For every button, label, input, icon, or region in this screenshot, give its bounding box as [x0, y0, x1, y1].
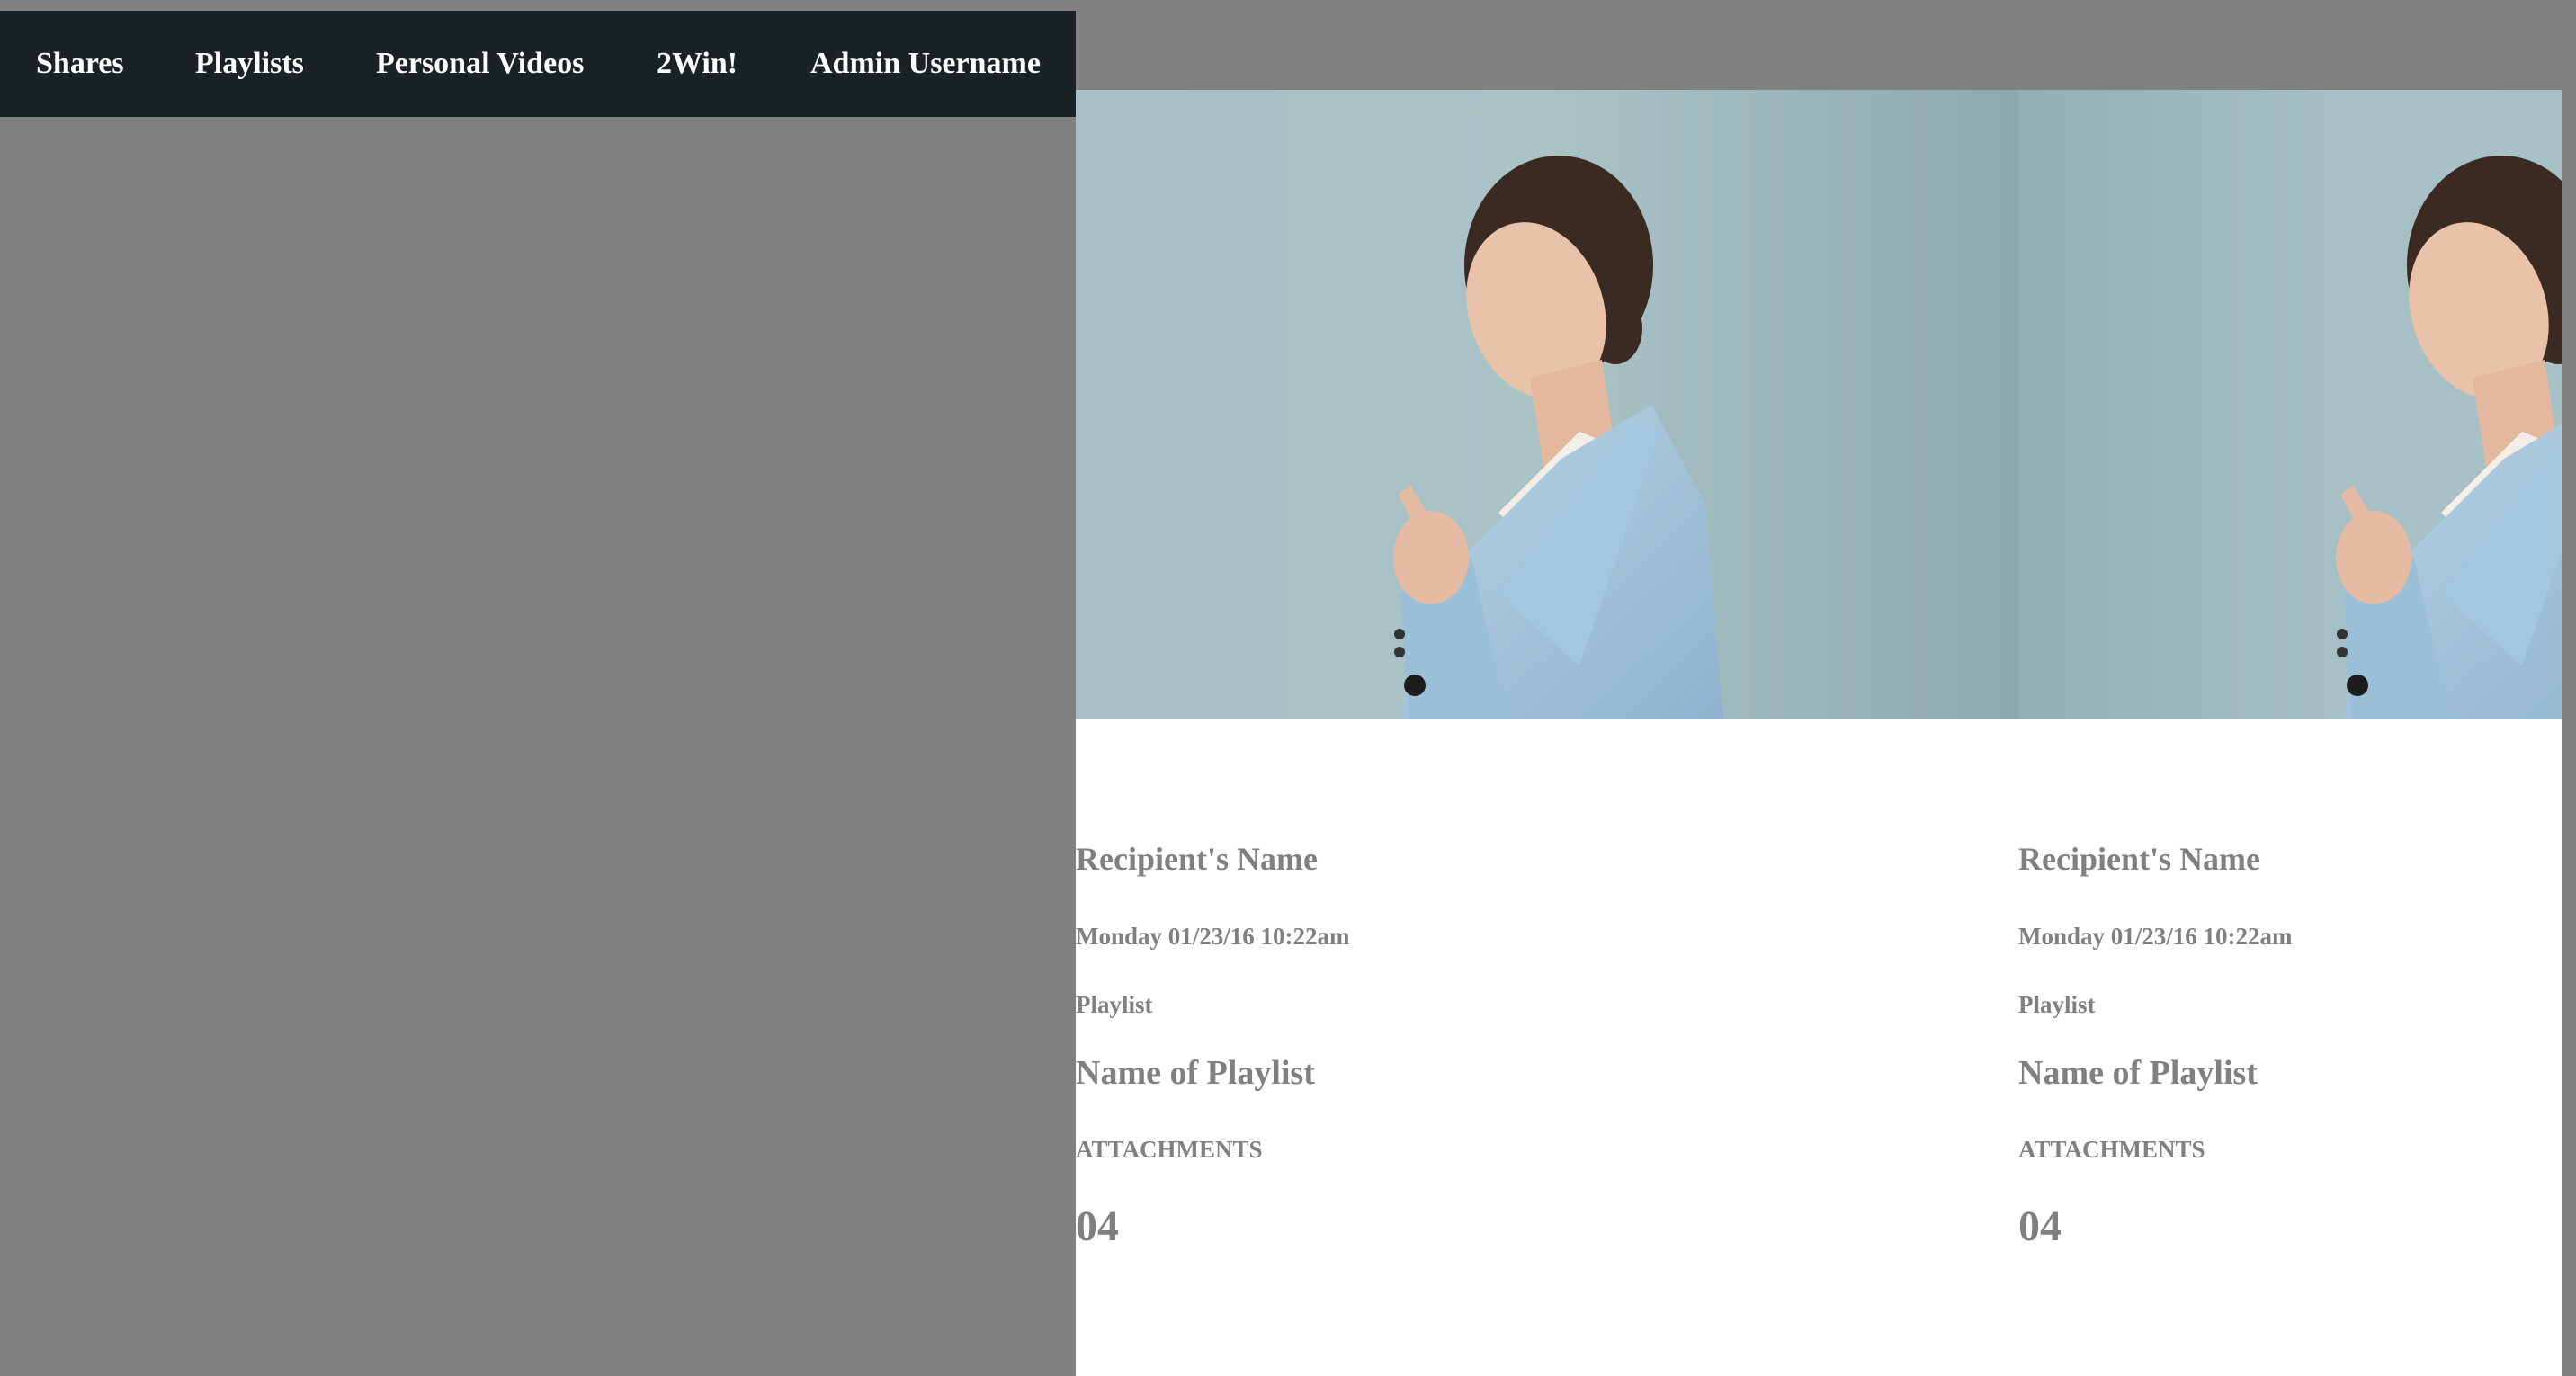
share-card[interactable]: Recipient's Name Monday 01/23/16 10:22am… [2018, 90, 2562, 1376]
share-date: Monday 01/23/16 10:22am [1076, 923, 1350, 950]
attachments-count: 04 [1076, 1202, 1119, 1250]
share-thumbnail[interactable] [1076, 90, 2018, 719]
share-thumbnail[interactable] [2018, 90, 2562, 719]
nav-item-shares[interactable]: Shares [36, 47, 124, 81]
playlist-name: Name of Playlist [2018, 1054, 2258, 1092]
nav-item-admin-username[interactable]: Admin Username [810, 47, 1041, 81]
nav-item-2win[interactable]: 2Win! [657, 47, 738, 81]
share-type: Playlist [1076, 991, 1153, 1018]
share-date: Monday 01/23/16 10:22am [2018, 923, 2293, 950]
share-card[interactable]: Recipient's Name Monday 01/23/16 10:22am… [1076, 90, 2018, 1376]
attachments-count: 04 [2018, 1202, 2062, 1250]
attachments-label: ATTACHMENTS [1076, 1136, 1263, 1163]
recipient-name: Recipient's Name [1076, 841, 1318, 877]
nav-item-personal-videos[interactable]: Personal Videos [376, 47, 584, 81]
person-pointing-image [1076, 90, 2018, 719]
recipient-name: Recipient's Name [2018, 841, 2260, 877]
scrollbar-track[interactable] [2562, 718, 2576, 1376]
attachments-label: ATTACHMENTS [2018, 1136, 2205, 1163]
shares-panel: Recipient's Name Monday 01/23/16 10:22am… [1076, 90, 2562, 1376]
playlist-name: Name of Playlist [1076, 1054, 1315, 1092]
share-type: Playlist [2018, 991, 2096, 1018]
person-pointing-image [2018, 90, 2562, 719]
nav-item-playlists[interactable]: Playlists [195, 47, 304, 81]
top-navigation: Shares Playlists Personal Videos 2Win! A… [0, 11, 1076, 117]
